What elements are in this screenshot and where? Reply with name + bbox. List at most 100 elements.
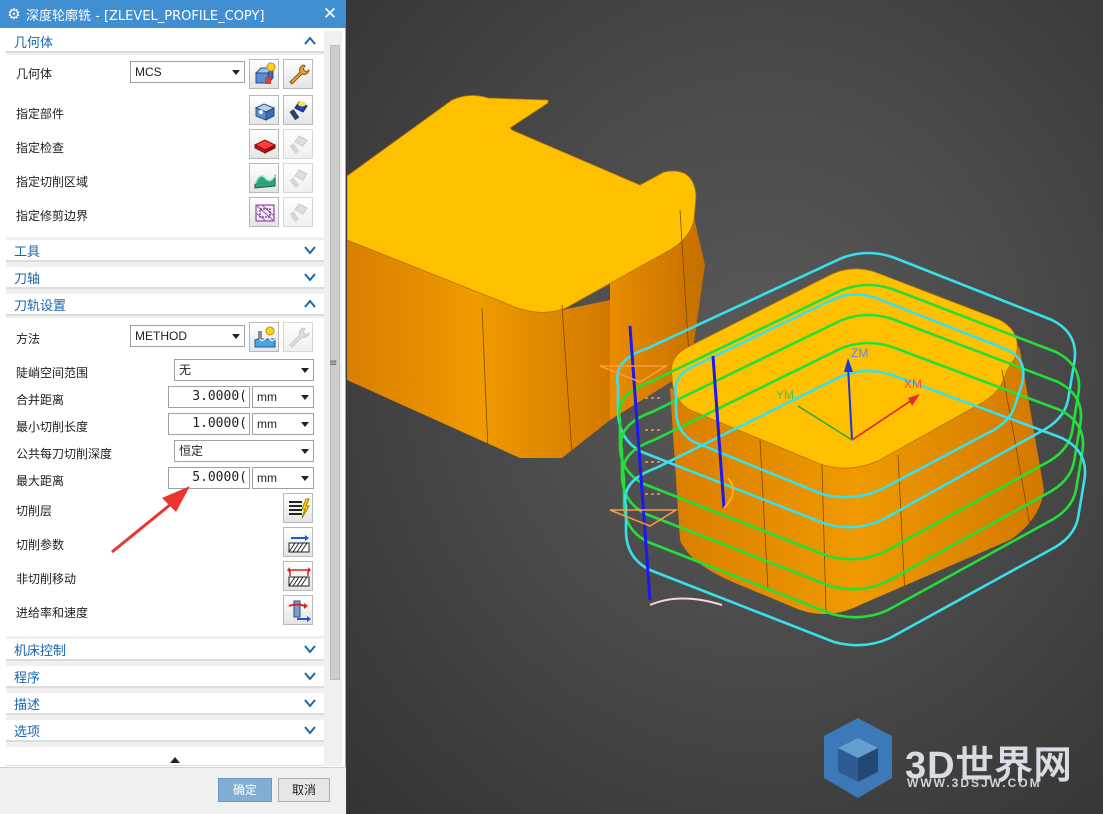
group-body-path-settings: 方法 METHOD 陡峭空间范围 无 合并距离 3.0000(mm 最小切削长… — [6, 318, 324, 636]
group-header-description[interactable]: 描述 — [6, 693, 324, 715]
cut-params-button[interactable] — [283, 527, 313, 557]
ok-button[interactable]: 确定 — [218, 778, 272, 802]
group-header-options[interactable]: 选项 — [6, 720, 324, 742]
edit-method-button[interactable] — [249, 322, 279, 352]
cut-params-icon — [288, 535, 310, 553]
edit-wrench-icon — [289, 327, 310, 348]
cut-params-label: 切削参数 — [16, 538, 65, 552]
check-body-icon — [253, 139, 277, 154]
dialog-scroll-area: 几何体 几何体 MCS 指定部件 指定检查 指定切削区域 指定修剪边界 工具 刀… — [6, 31, 328, 766]
group-body-geometry: 几何体 MCS 指定部件 指定检查 指定切削区域 指定修剪边界 — [6, 55, 324, 237]
trim-boundary-icon — [255, 204, 275, 222]
group-header-machine-control[interactable]: 机床控制 — [6, 639, 324, 661]
group-header-tool-axis[interactable]: 刀轴 — [6, 267, 324, 289]
non-cut-moves-button[interactable] — [283, 561, 313, 591]
specify-trim-button[interactable] — [249, 197, 279, 227]
group-header-geometry[interactable]: 几何体 — [6, 31, 324, 53]
merge-unit-select[interactable]: mm — [252, 386, 314, 408]
flashlight-icon — [289, 203, 308, 223]
axis-label-xm: XM — [904, 377, 922, 391]
display-check-button[interactable] — [283, 129, 313, 159]
chevron-down-icon — [232, 334, 240, 339]
merge-unit-value: mm — [257, 390, 277, 404]
merge-distance-input[interactable]: 3.0000( — [168, 386, 250, 408]
merge-distance-label: 合并距离 — [16, 393, 65, 407]
chevron-down-icon — [304, 672, 316, 681]
cut-levels-button[interactable] — [283, 493, 313, 523]
group-title: 选项 — [14, 724, 41, 740]
max-distance-label: 最大距离 — [16, 474, 65, 488]
cut-levels-label: 切削层 — [16, 504, 53, 518]
group-header-program[interactable]: 程序 — [6, 666, 324, 688]
chevron-down-icon — [301, 368, 309, 373]
group-title: 机床控制 — [14, 643, 67, 659]
group-header-path-settings[interactable]: 刀轨设置 — [6, 294, 324, 316]
min-cut-length-input[interactable]: 1.0000( — [168, 413, 250, 435]
depth-per-cut-select[interactable]: 恒定 — [174, 440, 314, 462]
edit-geometry-button[interactable] — [283, 59, 313, 89]
chevron-down-icon — [304, 645, 316, 654]
left-block-part — [347, 95, 705, 458]
edit-method-wrench-button[interactable] — [283, 322, 313, 352]
chevron-down-icon — [304, 726, 316, 735]
axis-label-ym: YM — [776, 388, 794, 402]
group-title: 程序 — [14, 670, 41, 686]
operation-dialog: ⚙ 深度轮廓铣 - [ZLEVEL_PROFILE_COPY] ✕ 几何体 几何… — [0, 0, 346, 814]
non-cut-moves-icon — [287, 567, 311, 587]
method-select[interactable]: METHOD — [130, 325, 245, 347]
non-cut-moves-label: 非切削移动 — [16, 572, 77, 586]
group-header-actions-partial[interactable] — [6, 747, 324, 766]
axis-label-zm: ZM — [851, 346, 868, 360]
display-cut-area-button[interactable] — [283, 163, 313, 193]
specify-check-button[interactable] — [249, 129, 279, 159]
method-label: 方法 — [16, 332, 41, 346]
geometry-select[interactable]: MCS — [130, 61, 245, 83]
steep-select[interactable]: 无 — [174, 359, 314, 381]
group-title: 描述 — [14, 697, 41, 713]
dialog-title: 深度轮廓铣 - [ZLEVEL_PROFILE_COPY] — [26, 8, 265, 24]
part-icon — [254, 103, 276, 121]
flashlight-icon — [289, 135, 308, 155]
group-title: 几何体 — [14, 35, 54, 51]
steep-select-value: 无 — [179, 363, 192, 377]
gear-icon[interactable]: ⚙ — [2, 5, 26, 23]
chevron-down-icon — [304, 246, 316, 255]
max-distance-unit-select[interactable]: mm — [252, 467, 314, 489]
max-distance-input[interactable]: 5.0000( — [168, 467, 250, 489]
chevron-down-icon — [304, 273, 316, 282]
new-geometry-button[interactable] — [249, 59, 279, 89]
feeds-speeds-label: 进给率和速度 — [16, 606, 89, 620]
flashlight-icon — [289, 101, 308, 121]
close-icon[interactable]: ✕ — [320, 3, 340, 25]
3d-scene: ZM XM YM — [347, 95, 1087, 798]
min-cut-length-label: 最小切削长度 — [16, 420, 89, 434]
depth-per-cut-label: 公共每刀切削深度 — [16, 447, 113, 461]
steep-label: 陡峭空间范围 — [16, 366, 89, 380]
watermark-logo — [824, 718, 892, 798]
min-cut-unit-value: mm — [257, 417, 277, 431]
right-block-part — [670, 268, 1044, 614]
graphics-viewport[interactable]: ZM XM YM 3D世界网 WWW.3DSJW.COM — [347, 0, 1103, 814]
group-header-tool[interactable]: 工具 — [6, 240, 324, 262]
resize-grip-icon[interactable]: ≡ — [329, 358, 337, 369]
watermark-url: WWW.3DSJW.COM — [907, 776, 1042, 790]
chevron-up-icon — [304, 36, 316, 45]
display-part-button[interactable] — [283, 95, 313, 125]
feeds-speeds-button[interactable] — [283, 595, 313, 625]
chevron-down-icon — [301, 422, 309, 427]
min-cut-unit-select[interactable]: mm — [252, 413, 314, 435]
chevron-down-icon — [301, 395, 309, 400]
trim-label: 指定修剪边界 — [16, 209, 89, 223]
title-bar: ⚙ 深度轮廓铣 - [ZLEVEL_PROFILE_COPY] ✕ — [0, 0, 346, 28]
display-trim-button[interactable] — [283, 197, 313, 227]
depth-per-cut-value: 恒定 — [179, 444, 204, 458]
edit-wrench-icon — [289, 64, 310, 85]
collapse-dialog-icon[interactable] — [170, 757, 180, 763]
specify-cut-area-button[interactable] — [249, 163, 279, 193]
cut-area-icon — [254, 174, 276, 189]
cancel-button[interactable]: 取消 — [278, 778, 330, 802]
method-icon — [254, 326, 276, 348]
specify-part-button[interactable] — [249, 95, 279, 125]
part-label: 指定部件 — [16, 107, 65, 121]
chevron-down-icon — [304, 699, 316, 708]
